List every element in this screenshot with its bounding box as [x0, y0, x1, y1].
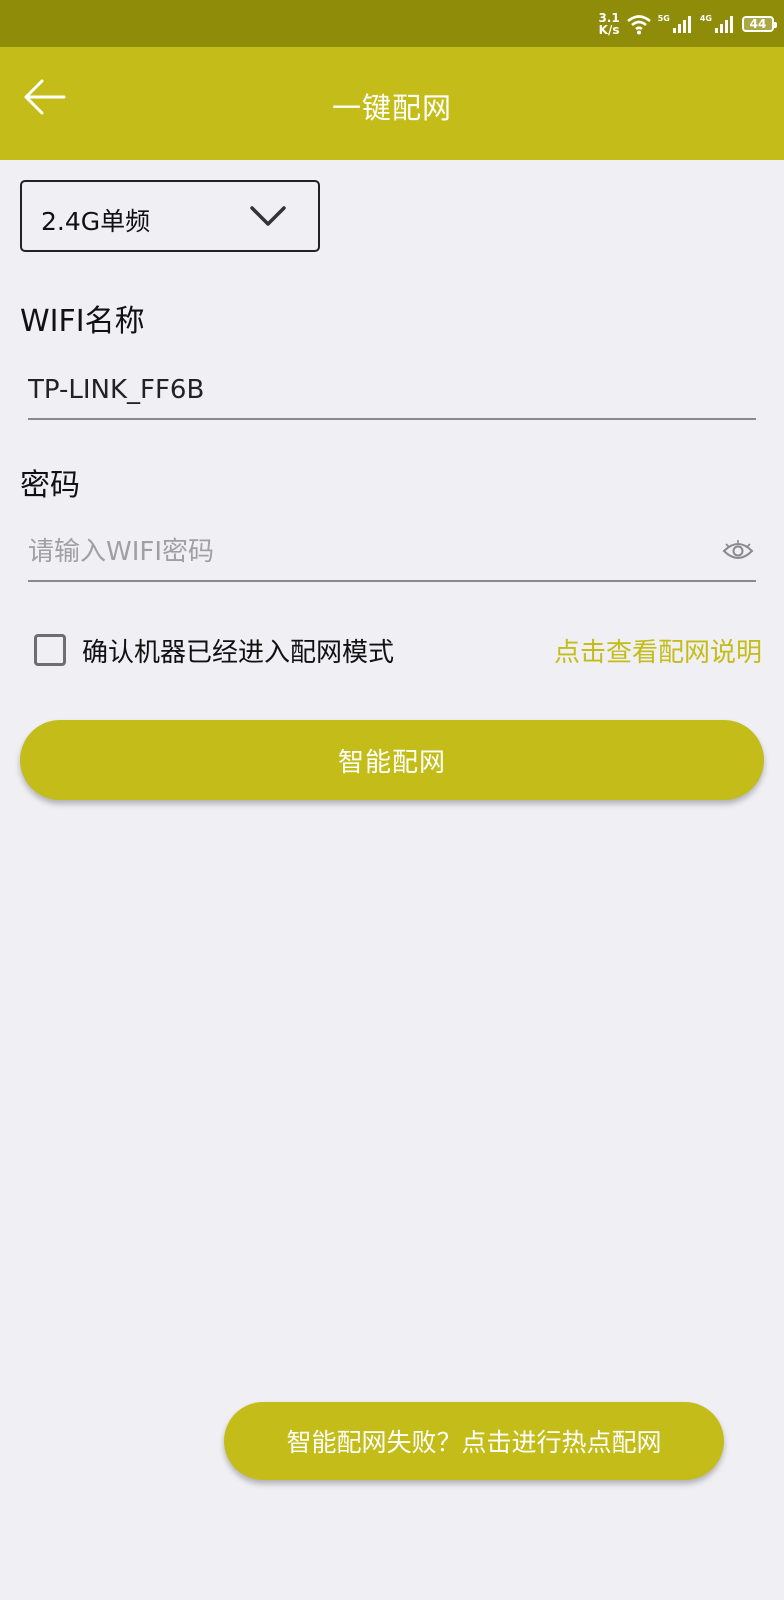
eye-icon[interactable]: [722, 540, 754, 562]
wifi-name-label: WIFI名称: [20, 304, 145, 339]
signal-2-label: 4G: [699, 14, 712, 23]
cell-signal-2-icon: [715, 16, 733, 33]
wifi-name-input[interactable]: [28, 366, 708, 414]
confirm-label: 确认机器已经进入配网模式: [82, 637, 395, 668]
app-bar: 一键配网: [0, 47, 784, 160]
status-bar: 3.1 K/s 5G 4G 44: [0, 0, 784, 47]
wifi-icon: [626, 15, 651, 35]
smart-pair-button[interactable]: 智能配网: [20, 720, 764, 800]
chevron-down-icon: [250, 206, 286, 226]
pairing-help-link[interactable]: 点击查看配网说明: [554, 632, 762, 669]
password-field[interactable]: [28, 528, 756, 582]
status-icons: 3.1 K/s 5G 4G 44: [598, 8, 777, 40]
network-speed: 3.1 K/s: [598, 12, 619, 36]
battery-icon: 44: [742, 16, 777, 32]
confirm-checkbox[interactable]: [34, 634, 66, 666]
band-select[interactable]: 2.4G单频: [20, 180, 320, 252]
confirm-row: 确认机器已经进入配网模式: [34, 630, 394, 670]
hotspot-pair-button[interactable]: 智能配网失败？点击进行热点配网: [224, 1402, 724, 1480]
cell-signal-1-icon: [672, 16, 691, 33]
page-title: 一键配网: [331, 91, 452, 125]
battery-level: 44: [749, 17, 767, 31]
password-input[interactable]: [28, 528, 708, 576]
band-select-value: 2.4G单频: [41, 207, 151, 236]
wifi-name-field[interactable]: [28, 366, 756, 420]
password-label: 密码: [20, 468, 80, 503]
signal-1-label: 5G: [657, 14, 670, 23]
network-speed-unit: K/s: [598, 23, 620, 37]
